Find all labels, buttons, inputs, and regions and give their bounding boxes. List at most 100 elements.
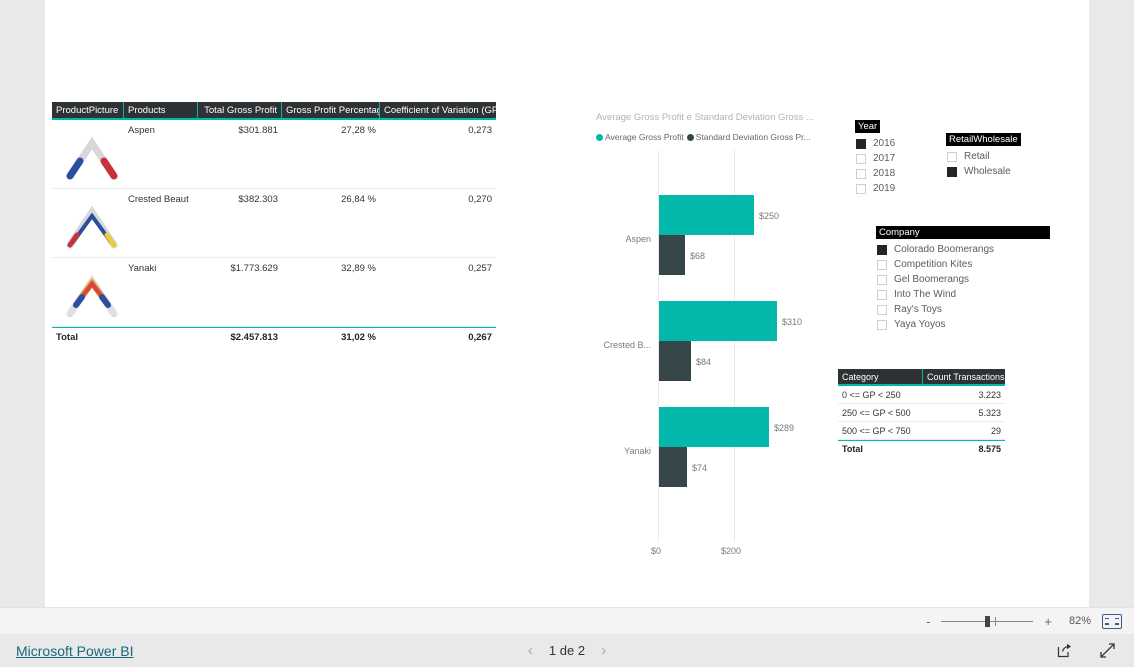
slicer-title-retail-wholesale: RetailWholesale <box>946 133 1021 146</box>
slicer-item-retail[interactable]: Retail <box>946 151 1021 162</box>
total-gross-profit-total: $2.457.813 <box>230 332 278 343</box>
bar-label-crested-average: $310 <box>782 317 803 327</box>
coefficient-of-variation-total: 0,267 <box>468 332 492 343</box>
legend-item-average-gross-profit[interactable]: Average Gross Profit <box>596 132 684 142</box>
slicer-item-label: Colorado Boomerangs <box>894 244 995 255</box>
average-gross-profit-bar-chart[interactable]: Average Gross Profit e Standard Deviatio… <box>593 112 833 562</box>
slicer-item-competition-kites[interactable]: Competition Kites <box>876 259 1050 270</box>
table-row[interactable]: 500 <= GP < 750 29 <box>838 422 1005 440</box>
x-axis-tick-200: $200 <box>721 546 742 556</box>
slicer-item-label: Gel Boomerangs <box>894 274 970 285</box>
bar-aspen-average[interactable] <box>659 195 754 235</box>
zoom-slider-tick <box>995 617 997 626</box>
table-row[interactable]: 250 <= GP < 500 5.323 <box>838 404 1005 422</box>
coefficient-of-variation-value: 0,257 <box>468 263 492 274</box>
column-header-count-transactions[interactable]: Count Transactions <box>923 369 1005 386</box>
slicer-item-2018[interactable]: 2018 <box>855 168 895 179</box>
slicer-item-yaya-yoyos[interactable]: Yaya Yoyos <box>876 319 1050 330</box>
table-total-row: Total $2.457.813 31,02 % 0,267 <box>52 327 496 347</box>
legend-item-standard-deviation-gross-profit[interactable]: Standard Deviation Gross Pr... <box>686 132 811 142</box>
checkbox-icon[interactable] <box>877 319 887 330</box>
category-label-crested-beaut: Crested B... <box>603 340 651 350</box>
bar-yanaki-stddev[interactable] <box>659 447 687 487</box>
checkbox-icon[interactable] <box>856 168 866 179</box>
bar-aspen-stddev[interactable] <box>659 235 685 275</box>
slicer-item-label: Wholesale <box>964 166 1011 177</box>
x-axis-tick-0: $0 <box>651 546 662 556</box>
slicer-company[interactable]: Company Colorado Boomerangs Competition … <box>876 222 1050 330</box>
boomerang-blue-yellow-icon <box>66 205 118 249</box>
zoom-in-button[interactable]: + <box>1044 615 1052 628</box>
chevron-left-icon[interactable]: ‹ <box>528 642 533 659</box>
bar-crested-average[interactable] <box>659 301 777 341</box>
checkbox-icon[interactable] <box>877 274 887 285</box>
column-header-coefficient-of-variation[interactable]: Coefficient of Variation (GP) <box>380 102 496 120</box>
bar-yanaki-average[interactable] <box>659 407 769 447</box>
total-count-transactions: 8.575 <box>978 444 1001 454</box>
column-header-category[interactable]: Category <box>838 369 923 386</box>
slicer-retail-wholesale[interactable]: RetailWholesale Retail Wholesale <box>946 129 1021 177</box>
chart-legend[interactable]: Average Gross Profit Standard Deviation … <box>593 132 825 142</box>
slicer-item-label: Ray's Toys <box>894 304 942 315</box>
column-header-products[interactable]: Products <box>124 102 198 120</box>
total-gross-profit-value: $382.303 <box>238 194 278 205</box>
checkbox-icon[interactable] <box>877 289 887 300</box>
slicer-item-2017[interactable]: 2017 <box>855 153 895 164</box>
table-row[interactable]: Aspen $301.881 27,28 % 0,273 <box>52 120 496 189</box>
checkbox-icon[interactable] <box>856 153 866 164</box>
slicer-item-gel-boomerangs[interactable]: Gel Boomerangs <box>876 274 1050 285</box>
total-gross-profit-value: $1.773.629 <box>230 263 278 274</box>
checkbox-icon[interactable] <box>877 244 887 255</box>
checkbox-icon[interactable] <box>877 259 887 270</box>
slicer-item-2016[interactable]: 2016 <box>855 138 895 149</box>
category-table-total-row: Total 8.575 <box>838 440 1005 458</box>
category-table-header-row: Category Count Transactions <box>838 369 1005 386</box>
zoom-percent-label: 82% <box>1068 615 1091 627</box>
slicer-item-into-the-wind[interactable]: Into The Wind <box>876 289 1050 300</box>
slicer-item-rays-toys[interactable]: Ray's Toys <box>876 304 1050 315</box>
gross-profit-percentage-total: 31,02 % <box>341 332 376 343</box>
chevron-right-icon[interactable]: › <box>601 642 606 659</box>
report-canvas: ProductPicture Products Total Gross Prof… <box>45 0 1089 607</box>
category-label-yanaki: Yanaki <box>624 446 651 456</box>
table-row[interactable]: Yanaki $1.773.629 32,89 % 0,257 <box>52 258 496 327</box>
gross-profit-percentage-value: 32,89 % <box>341 263 376 274</box>
table-row[interactable]: 0 <= GP < 250 3.223 <box>838 386 1005 404</box>
slicer-item-wholesale[interactable]: Wholesale <box>946 166 1021 177</box>
column-header-gross-profit-percentage[interactable]: Gross Profit Percentage <box>282 102 380 120</box>
legend-swatch-icon <box>686 133 694 141</box>
slicer-item-label: 2016 <box>873 138 896 149</box>
checkbox-icon[interactable] <box>877 304 887 315</box>
checkbox-icon[interactable] <box>856 138 866 149</box>
fit-to-page-icon[interactable] <box>1102 613 1122 629</box>
zoom-slider-thumb[interactable] <box>985 616 991 627</box>
total-label: Total <box>842 444 863 454</box>
count-transactions-value: 3.223 <box>978 390 1001 400</box>
category-bucket: 500 <= GP < 750 <box>842 426 911 436</box>
checkbox-icon[interactable] <box>856 183 866 194</box>
gross-profit-percentage-value: 26,84 % <box>341 194 376 205</box>
slicer-item-label: Retail <box>964 151 990 162</box>
product-gross-profit-table[interactable]: ProductPicture Products Total Gross Prof… <box>52 102 496 347</box>
category-count-transactions-table[interactable]: Category Count Transactions 0 <= GP < 25… <box>838 369 1005 458</box>
slicer-item-label: Yaya Yoyos <box>894 319 946 330</box>
checkbox-icon[interactable] <box>947 166 957 177</box>
slicer-title-year: Year <box>855 120 881 133</box>
bar-crested-stddev[interactable] <box>659 341 691 381</box>
checkbox-icon[interactable] <box>947 151 957 162</box>
slicer-item-colorado-boomerangs[interactable]: Colorado Boomerangs <box>876 244 1050 255</box>
slicer-item-2019[interactable]: 2019 <box>855 183 895 194</box>
zoom-slider[interactable] <box>941 614 1034 628</box>
table-row[interactable]: Crested Beaut $382.303 26,84 % 0,270 <box>52 189 496 258</box>
zoom-out-button[interactable]: - <box>926 615 930 628</box>
column-header-total-gross-profit[interactable]: Total Gross Profit <box>198 102 282 120</box>
slicer-item-label: 2019 <box>873 183 896 194</box>
product-picture-cell <box>52 189 124 257</box>
bar-label-aspen-stddev: $68 <box>690 251 706 261</box>
slicer-year[interactable]: Year 2016 2017 2018 2019 <box>855 116 895 194</box>
column-header-productpicture[interactable]: ProductPicture <box>52 102 124 120</box>
zoom-toolbar: - + 82% <box>0 607 1134 634</box>
category-bucket: 0 <= GP < 250 <box>842 390 901 400</box>
total-gross-profit-value: $301.881 <box>238 125 278 136</box>
product-picture-cell <box>52 120 124 188</box>
